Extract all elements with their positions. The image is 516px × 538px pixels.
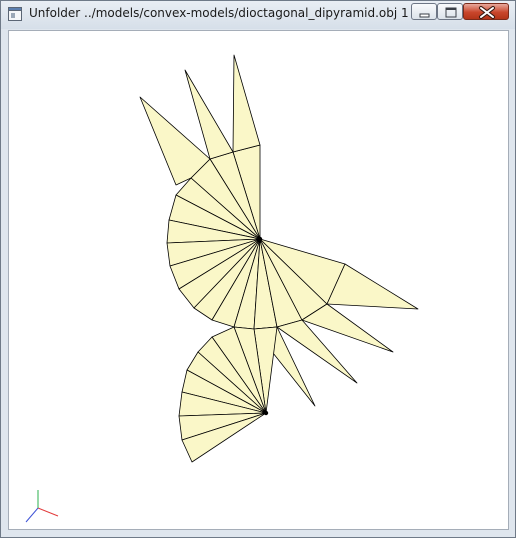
minimize-button[interactable] [411,3,437,20]
maximize-button[interactable] [437,3,463,20]
net-vertex-hub [263,410,269,416]
axis-gizmo [25,490,59,523]
viewport-canvas[interactable] [8,30,509,530]
z-axis-line [25,507,39,523]
window-title: Unfolder ../models/convex-models/dioctag… [29,6,440,20]
title-bar[interactable]: Unfolder ../models/convex-models/dioctag… [1,1,515,29]
close-button[interactable] [463,3,509,20]
x-axis-line [37,507,59,517]
face [232,54,261,153]
close-icon [479,6,495,19]
net-faces [139,54,419,463]
maximize-icon [445,7,457,18]
net-vertex-hub [257,236,263,242]
app-window: Unfolder ../models/convex-models/dioctag… [0,0,516,538]
minimize-icon [419,13,430,18]
app-window-icon [8,7,22,21]
unfolded-net [25,54,419,523]
